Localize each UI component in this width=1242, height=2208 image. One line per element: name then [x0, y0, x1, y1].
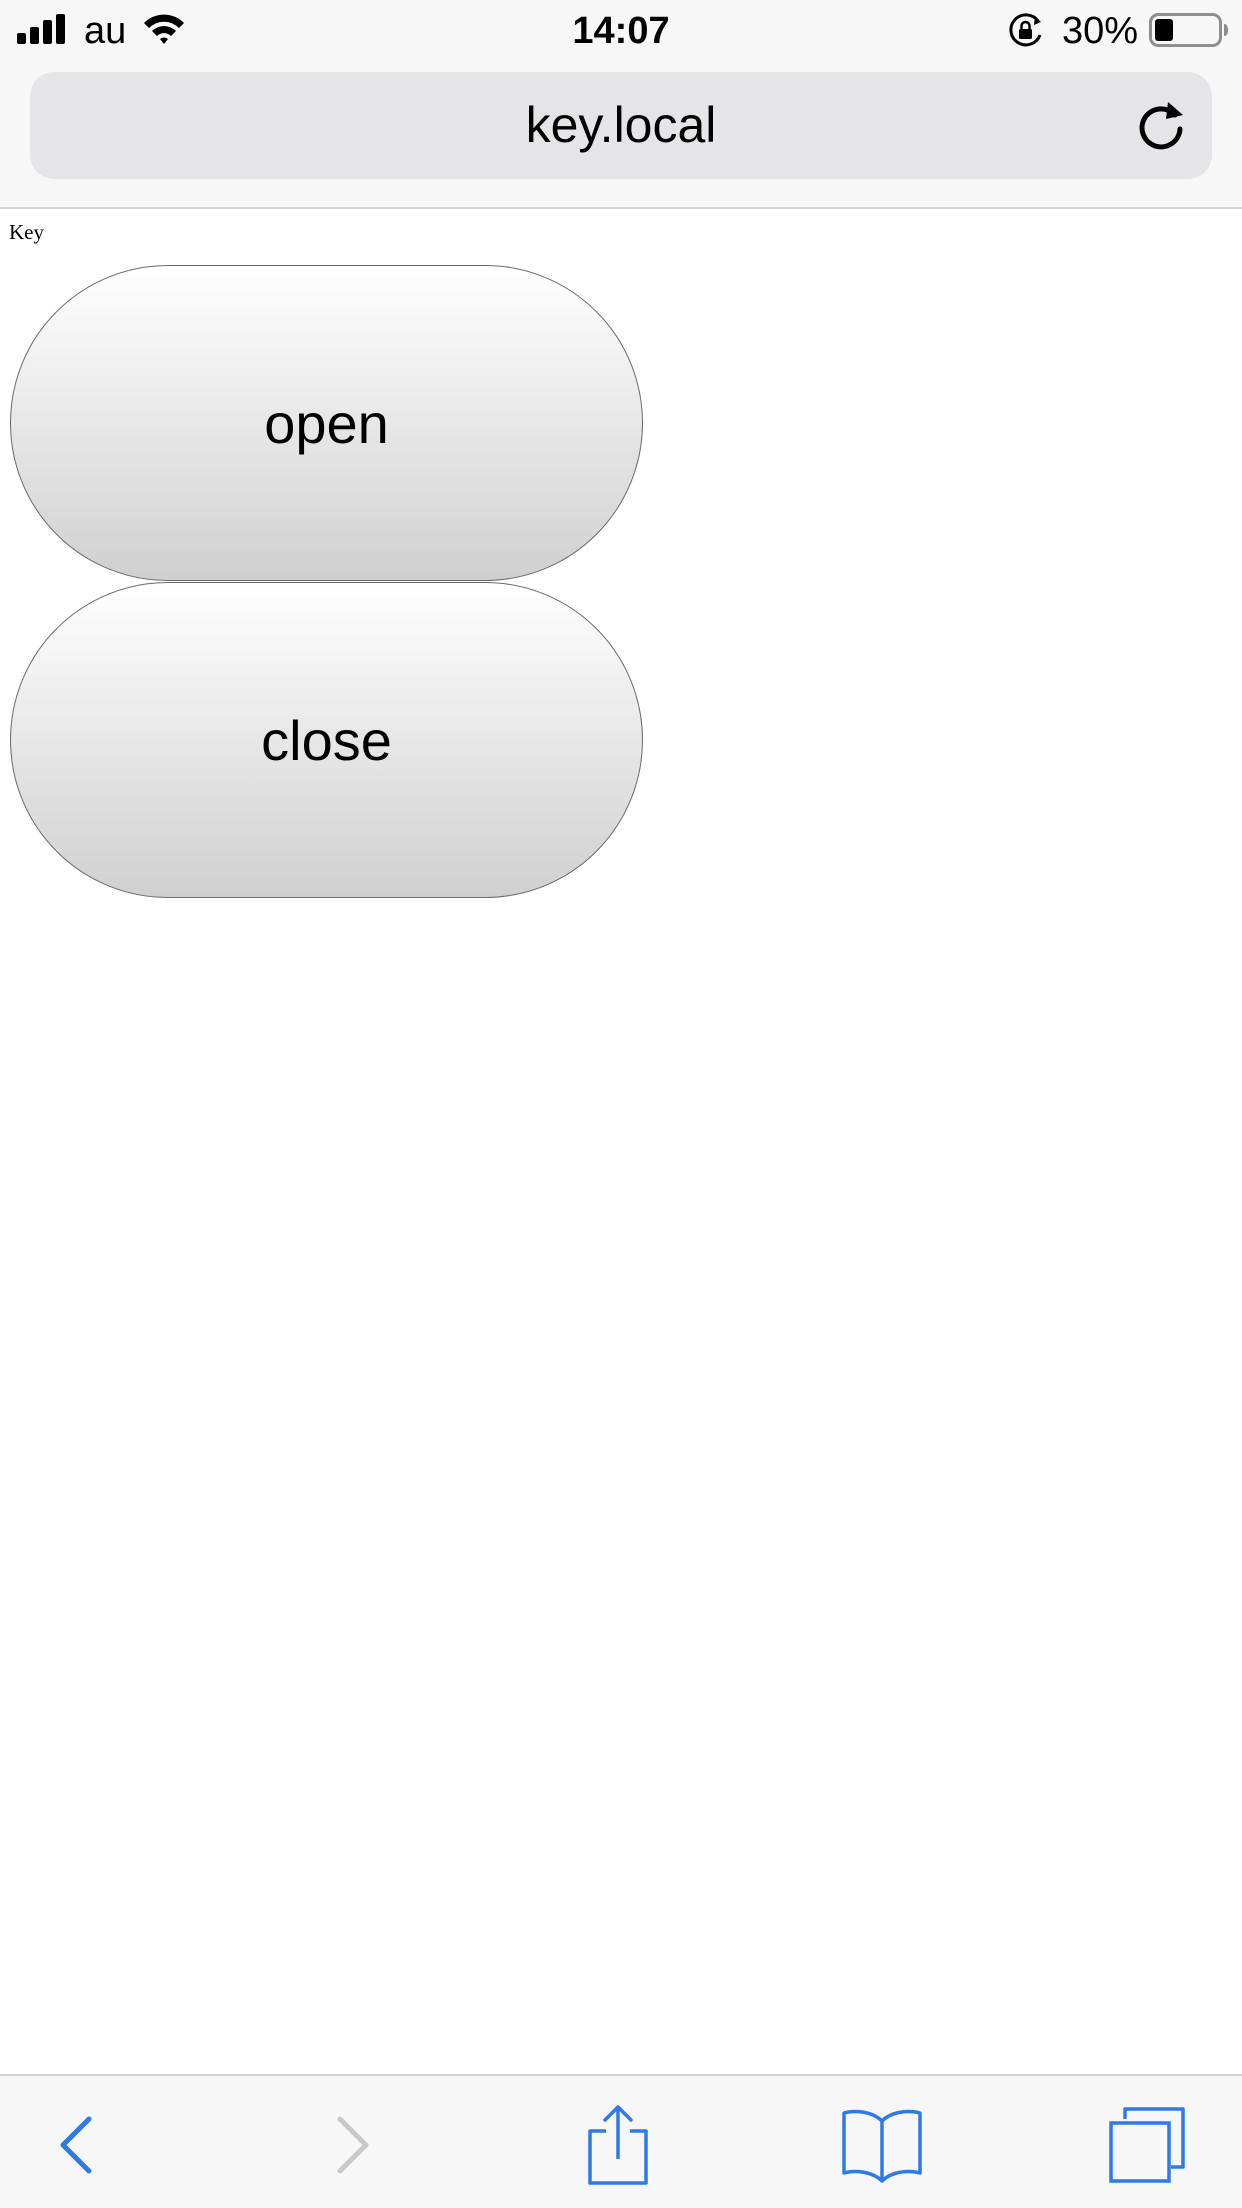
status-time: 14:07	[572, 10, 670, 52]
browser-bottom-toolbar	[0, 2074, 1242, 2208]
share-icon	[588, 2105, 648, 2185]
forward-button[interactable]	[297, 2090, 407, 2200]
url-text[interactable]: key.local	[30, 72, 1212, 179]
open-button[interactable]: open	[10, 265, 643, 581]
reload-icon[interactable]	[1133, 98, 1189, 154]
back-button[interactable]	[22, 2090, 132, 2200]
bookmarks-icon	[842, 2109, 922, 2183]
battery-percent: 30%	[1062, 10, 1139, 52]
page-heading: Key	[9, 220, 44, 244]
back-icon	[60, 2116, 92, 2174]
tabs-button[interactable]	[1092, 2090, 1202, 2200]
web-page-content: Key open close	[0, 209, 1242, 2074]
battery-icon	[1149, 13, 1228, 47]
tabs-icon	[1109, 2107, 1185, 2183]
forward-icon	[337, 2116, 369, 2174]
safari-screen: au 14:07 30% key.local Key open close	[0, 0, 1242, 2208]
browser-top-chrome: au 14:07 30% key.local	[0, 0, 1242, 209]
bookmarks-button[interactable]	[827, 2090, 937, 2200]
close-button[interactable]: close	[10, 582, 643, 898]
share-button[interactable]	[563, 2090, 673, 2200]
address-bar[interactable]: key.local	[30, 72, 1212, 179]
orientation-lock-icon	[1009, 13, 1042, 47]
status-bar: au 14:07 30%	[0, 0, 1242, 62]
